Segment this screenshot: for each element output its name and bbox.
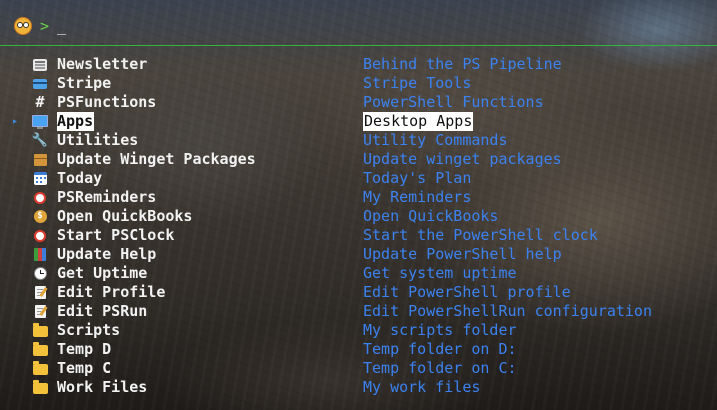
newspaper-icon — [32, 57, 48, 72]
alarm-clock-icon — [32, 228, 48, 243]
prompt-chevron: > — [40, 17, 50, 35]
menu-item-label: Update Help — [57, 245, 157, 263]
menu-item-description: Edit PowerShell profile — [363, 283, 571, 301]
menu-item-description: Utility Commands — [363, 131, 508, 149]
menu-item-description: Update winget packages — [363, 150, 562, 168]
menu-item-description: Start the PowerShell clock — [363, 226, 598, 244]
menu-item[interactable]: Update Winget Packages Update winget pack… — [0, 150, 717, 169]
menu-item-label: Temp D — [57, 340, 112, 358]
menu-item[interactable]: Temp D Temp folder on D: — [0, 340, 717, 359]
monitor-icon — [32, 114, 48, 129]
menu-item-label: PSReminders — [57, 188, 157, 206]
menu-item-label: Get Uptime — [57, 264, 148, 282]
menu-item-label: Utilities — [57, 131, 139, 149]
money-bag-icon: $ — [32, 209, 48, 224]
hash-icon: # — [35, 93, 45, 111]
menu-item-description: Get system uptime — [363, 264, 517, 282]
menu-item[interactable]: Today Today's Plan — [0, 169, 717, 188]
folder-icon — [32, 361, 48, 376]
menu-item-description: My scripts folder — [363, 321, 517, 339]
menu-item-label: Temp C — [57, 359, 112, 377]
menu-item-label: Edit Profile — [57, 283, 166, 301]
selection-marker-icon: ▸ — [12, 116, 19, 127]
folder-icon — [32, 342, 48, 357]
menu-item-description: Open QuickBooks — [363, 207, 499, 225]
folder-icon — [32, 380, 48, 395]
clock-icon — [32, 266, 48, 281]
menu-item-description: Temp folder on D: — [363, 340, 517, 358]
menu-item[interactable]: Edit PSRun Edit PowerShellRun configurati… — [0, 302, 717, 321]
menu-item-description: My Reminders — [363, 188, 472, 206]
menu-item-label: Newsletter — [57, 55, 148, 73]
search-input[interactable]: _ — [57, 17, 66, 35]
menu-item[interactable]: Temp C Temp folder on C: — [0, 359, 717, 378]
menu-item[interactable]: $ Open QuickBooks Open QuickBooks — [0, 207, 717, 226]
memo-icon — [32, 304, 48, 319]
calendar-icon — [32, 171, 48, 186]
smiley-face-icon — [14, 17, 32, 35]
credit-card-icon — [32, 76, 48, 91]
menu-item[interactable]: Edit Profile Edit PowerShell profile — [0, 283, 717, 302]
menu-item-label: Apps — [57, 112, 95, 131]
menu-item[interactable]: PSReminders My Reminders — [0, 188, 717, 207]
menu-item-description: Today's Plan — [363, 169, 472, 187]
menu-item-label: Start PSClock — [57, 226, 175, 244]
prompt-line[interactable]: > _ — [14, 16, 66, 36]
menu-item[interactable]: Start PSClock Start the PowerShell clock — [0, 226, 717, 245]
menu-item[interactable]: Stripe Stripe Tools — [0, 74, 717, 93]
wrench-icon: 🔧 — [31, 133, 49, 148]
divider — [0, 45, 717, 46]
menu-item[interactable]: 🔧 Utilities Utility Commands — [0, 131, 717, 150]
menu-item-label: Edit PSRun — [57, 302, 148, 320]
menu-item-description: My work files — [363, 378, 481, 396]
menu-item-label: Open QuickBooks — [57, 207, 193, 225]
menu-item-description: Stripe Tools — [363, 74, 472, 92]
menu-item[interactable]: Newsletter Behind the PS Pipeline — [0, 55, 717, 74]
menu-item-label: Update Winget Packages — [57, 150, 256, 168]
menu-item-description: Behind the PS Pipeline — [363, 55, 562, 73]
menu-item[interactable]: # PSFunctions PowerShell Functions — [0, 93, 717, 112]
menu-item-description: Temp folder on C: — [363, 359, 517, 377]
menu-item-description: Edit PowerShellRun configuration — [363, 302, 652, 320]
menu-item-description: Desktop Apps — [363, 112, 474, 131]
menu-item-label: Work Files — [57, 378, 148, 396]
menu-item-label: Scripts — [57, 321, 121, 339]
menu-item-label: PSFunctions — [57, 93, 157, 111]
command-menu: Newsletter Behind the PS Pipeline Stripe St… — [0, 55, 717, 397]
menu-item[interactable]: ▸ Apps Desktop Apps — [0, 112, 717, 131]
menu-item[interactable]: Scripts My scripts folder — [0, 321, 717, 340]
memo-icon — [32, 285, 48, 300]
books-icon — [32, 247, 48, 262]
menu-item-label: Stripe — [57, 74, 112, 92]
alarm-clock-icon — [32, 190, 48, 205]
menu-item-label: Today — [57, 169, 103, 187]
menu-item-description: Update PowerShell help — [363, 245, 562, 263]
menu-item[interactable]: Update Help Update PowerShell help — [0, 245, 717, 264]
package-icon — [32, 152, 48, 167]
menu-item[interactable]: Work Files My work files — [0, 378, 717, 397]
menu-item[interactable]: Get Uptime Get system uptime — [0, 264, 717, 283]
menu-item-description: PowerShell Functions — [363, 93, 544, 111]
folder-icon — [32, 323, 48, 338]
